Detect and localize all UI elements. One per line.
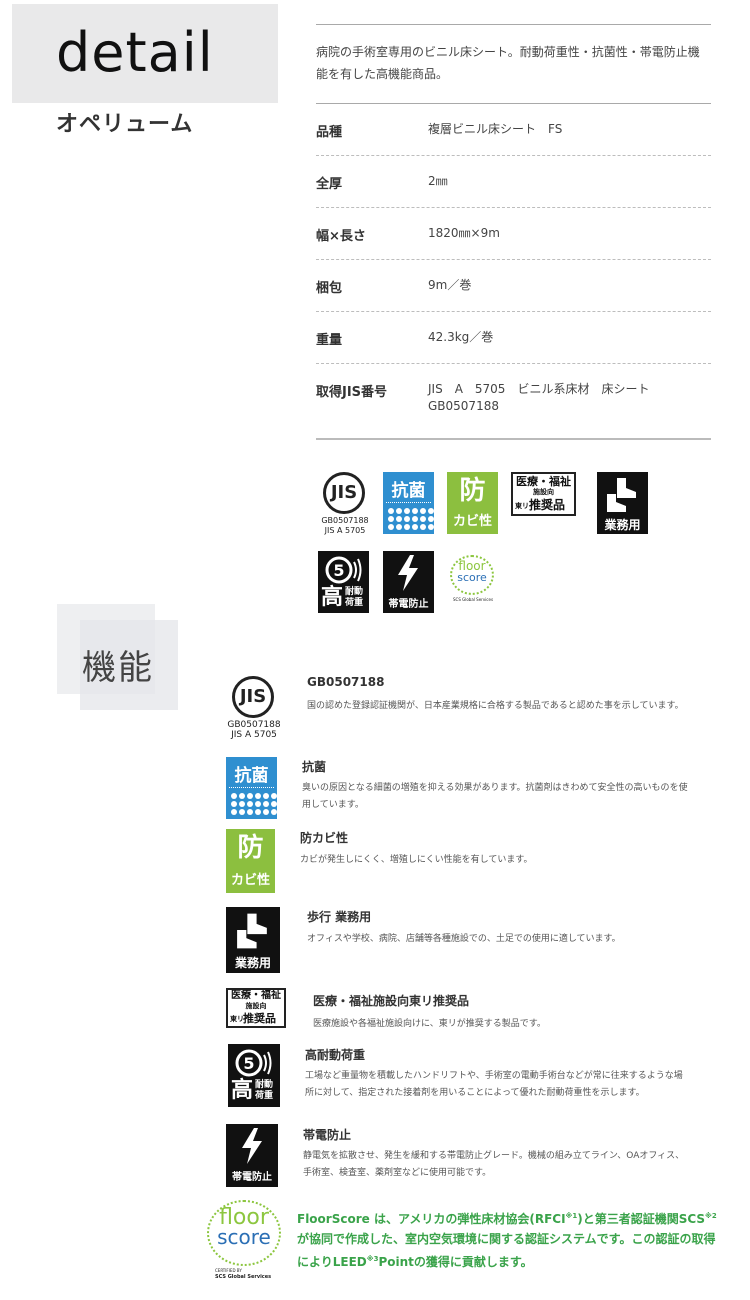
feature-title: 歩行 業務用 (307, 910, 372, 924)
svg-text:5: 5 (243, 1054, 254, 1073)
spec-row-packing: 梱包 9m／巻 (316, 260, 711, 311)
spec-row-type: 品種 複層ビニル床シート FS (316, 104, 711, 155)
antibacterial-icon: 抗菌 (226, 757, 277, 819)
mold-resistant-icon: 防 カビ性 (447, 472, 498, 534)
medical-welfare-recommended-icon: 医療・福祉 施設向 東リ 推奨品 (511, 472, 576, 516)
feature-title: 防カビ性 (300, 831, 349, 845)
spec-label: 重量 (316, 333, 343, 348)
high-rolling-load-icon: 5 高 耐動 荷重 (228, 1044, 280, 1107)
jis-mark-icon: JIS GB0507188 JIS A 5705 (318, 472, 372, 538)
divider (316, 438, 711, 440)
feature-title: GB0507188 (307, 675, 385, 689)
antistatic-icon: 帯電防止 (226, 1124, 278, 1187)
feature-description: 工場など重量物を積載したハンドリフトや、手術室の電動手術台などが常に往来するよう… (305, 1071, 683, 1098)
spec-row-thickness: 全厚 2㎜ (316, 156, 711, 207)
feature-description: 臭いの原因となる細菌の増殖を抑える効果があります。抗菌剤はきわめて安全性の高いも… (302, 783, 688, 810)
feature-title: 帯電防止 (303, 1128, 352, 1142)
feature-description: オフィスや学校、病院、店舗等各種施設での、土足での使用に適しています。 (307, 934, 621, 944)
wheel-icon: 5 (325, 556, 362, 584)
spec-label: 梱包 (316, 281, 343, 296)
jis-mark-icon: JIS GB0507188 JIS A 5705 (226, 676, 282, 742)
spec-value: 42.3kg／巻 (428, 330, 494, 344)
medical-welfare-recommended-icon: 医療・福祉 施設向 東リ 推奨品 (226, 988, 286, 1028)
commercial-use-icon: 業務用 (597, 472, 648, 534)
spec-row-weight: 重量 42.3kg／巻 (316, 312, 711, 363)
spec-value: 1820㎜×9m (428, 226, 500, 240)
spec-table: 病院の手術室専用のビニル床シート。耐動荷重性・抗菌性・帯電防止機能を有した高機能… (316, 24, 711, 440)
shoe-icon (607, 478, 636, 512)
antibacterial-icon: 抗菌 (383, 472, 434, 534)
spec-value-line: JIS A 5705 ビニル系床材 床シート (428, 382, 650, 396)
feature-description: 医療施設や各福祉施設向けに、東リが推奨する製品です。 (313, 1019, 546, 1029)
feature-title: 高耐動荷重 (305, 1048, 366, 1062)
spec-row-jis: 取得JIS番号 JIS A 5705 ビニル系床材 床シート GB0507188 (316, 364, 711, 438)
spec-value: 複層ビニル床シート FS (428, 122, 563, 136)
antistatic-icon: 帯電防止 (383, 551, 434, 613)
feature-description: 国の認めた登録認証機関が、日本産業規格に合格する製品であると認めた事を示していま… (307, 701, 684, 711)
mold-resistant-icon: 防 カビ性 (226, 829, 275, 893)
floorscore-logo-icon: floor score SCS Global Services (447, 553, 497, 605)
spec-label: 幅×長さ (316, 229, 366, 244)
spec-label: 全厚 (316, 177, 343, 192)
spec-value-line: GB0507188 (428, 399, 499, 413)
spec-row-size: 幅×長さ 1820㎜×9m (316, 208, 711, 259)
feature-description: 静電気を拡散させ、発生を緩和する帯電防止グレード。機械の組み立てライン、OAオフ… (303, 1151, 685, 1178)
spec-label: 取得JIS番号 (316, 385, 388, 400)
floorscore-logo-icon: floor score CERTIFIED BY SCS Global Serv… (203, 1198, 285, 1286)
product-name: オペリューム (56, 112, 194, 137)
spec-value: 2㎜ (428, 174, 448, 188)
svg-text:5: 5 (333, 561, 344, 580)
product-description: 病院の手術室専用のビニル床シート。耐動荷重性・抗菌性・帯電防止機能を有した高機能… (316, 45, 700, 81)
section-title: detail (56, 21, 214, 84)
commercial-use-icon: 業務用 (226, 907, 280, 973)
kinou-heading: 機能 (82, 648, 154, 688)
lightning-icon (242, 1128, 262, 1164)
lightning-icon (398, 555, 418, 591)
feature-title: 医療・福祉施設向東リ推奨品 (313, 994, 470, 1008)
feature-description: カビが発生しにくく、増殖しにくい性能を有しています。 (300, 855, 533, 865)
high-rolling-load-icon: 5 高 耐動 荷重 (318, 551, 369, 613)
spec-value: JIS A 5705 ビニル系床材 床シート GB0507188 (428, 381, 711, 415)
floorscore-description: FloorScore は、アメリカの弾性床材協会(RFCI※1)と第三者認証機関… (297, 1212, 717, 1269)
wheel-icon: 5 (235, 1049, 272, 1077)
feature-title: 抗菌 (302, 760, 327, 774)
spec-label: 品種 (316, 125, 343, 140)
shoe-icon (237, 913, 267, 949)
spec-value: 9m／巻 (428, 278, 472, 292)
